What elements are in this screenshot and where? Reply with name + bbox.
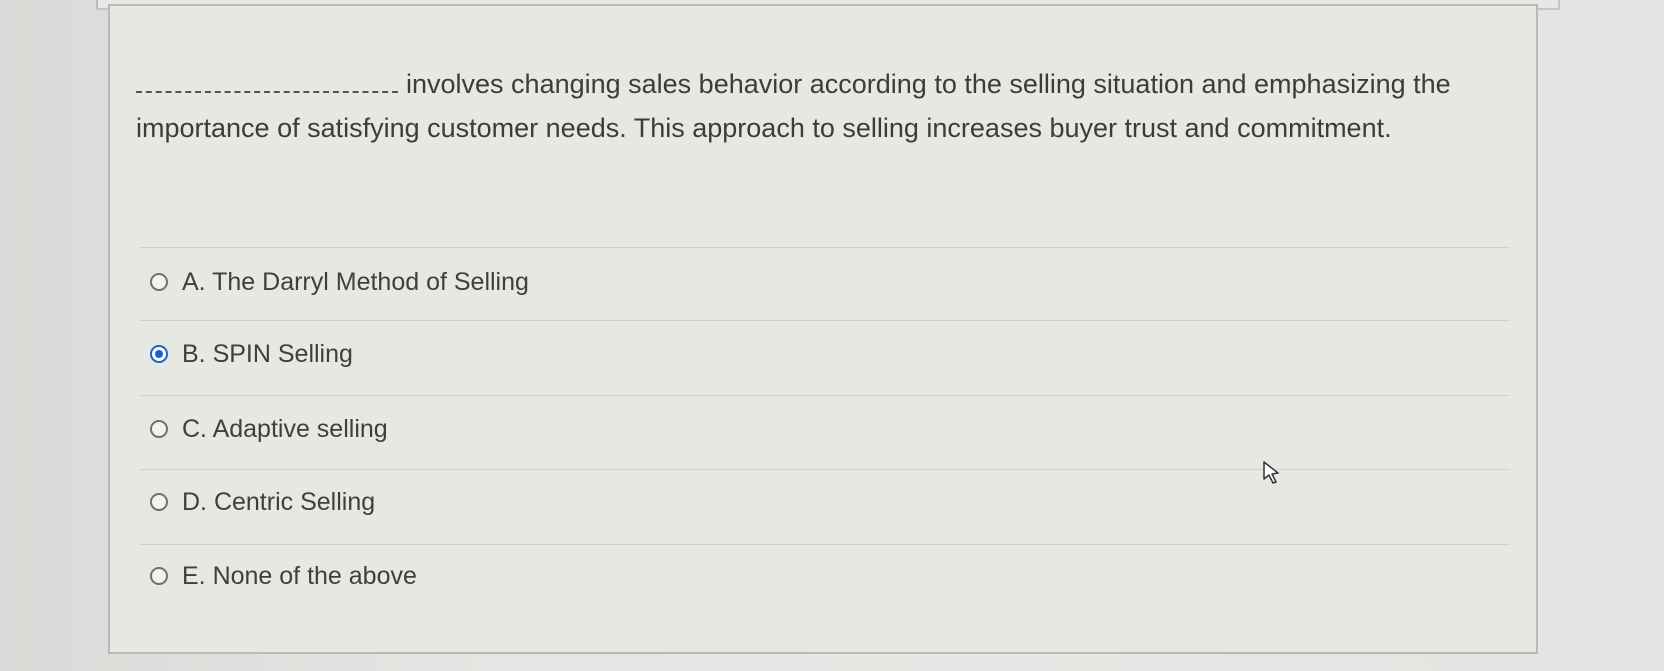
option-separator <box>140 469 1510 470</box>
question-prompt: involves changing sales behavior accordi… <box>136 62 1516 150</box>
answer-option-c[interactable]: C. Adaptive selling <box>150 409 388 449</box>
quiz-page: involves changing sales behavior accordi… <box>0 0 1664 671</box>
option-separator <box>140 320 1510 321</box>
answer-option-b[interactable]: B. SPIN Selling <box>150 334 353 374</box>
radio-button-a[interactable] <box>150 273 168 291</box>
answer-option-label: C. Adaptive selling <box>182 414 388 443</box>
option-separator <box>140 395 1510 396</box>
answer-option-a[interactable]: A. The Darryl Method of Selling <box>150 262 529 302</box>
answer-option-label: D. Centric Selling <box>182 487 376 516</box>
answer-option-d[interactable]: D. Centric Selling <box>150 482 375 522</box>
options-divider <box>140 247 1510 248</box>
fill-in-blank <box>136 63 398 93</box>
radio-button-d[interactable] <box>150 493 168 511</box>
answer-option-label: B. SPIN Selling <box>182 339 353 368</box>
option-separator <box>140 544 1510 545</box>
mouse-pointer-icon <box>1263 461 1279 484</box>
radio-button-c[interactable] <box>150 420 168 438</box>
radio-button-b-selected[interactable] <box>150 345 168 363</box>
answer-option-label: E. None of the above <box>182 561 417 590</box>
radio-button-e[interactable] <box>150 567 168 585</box>
answer-option-label: A. The Darryl Method of Selling <box>182 267 529 296</box>
answer-option-e[interactable]: E. None of the above <box>150 556 417 596</box>
